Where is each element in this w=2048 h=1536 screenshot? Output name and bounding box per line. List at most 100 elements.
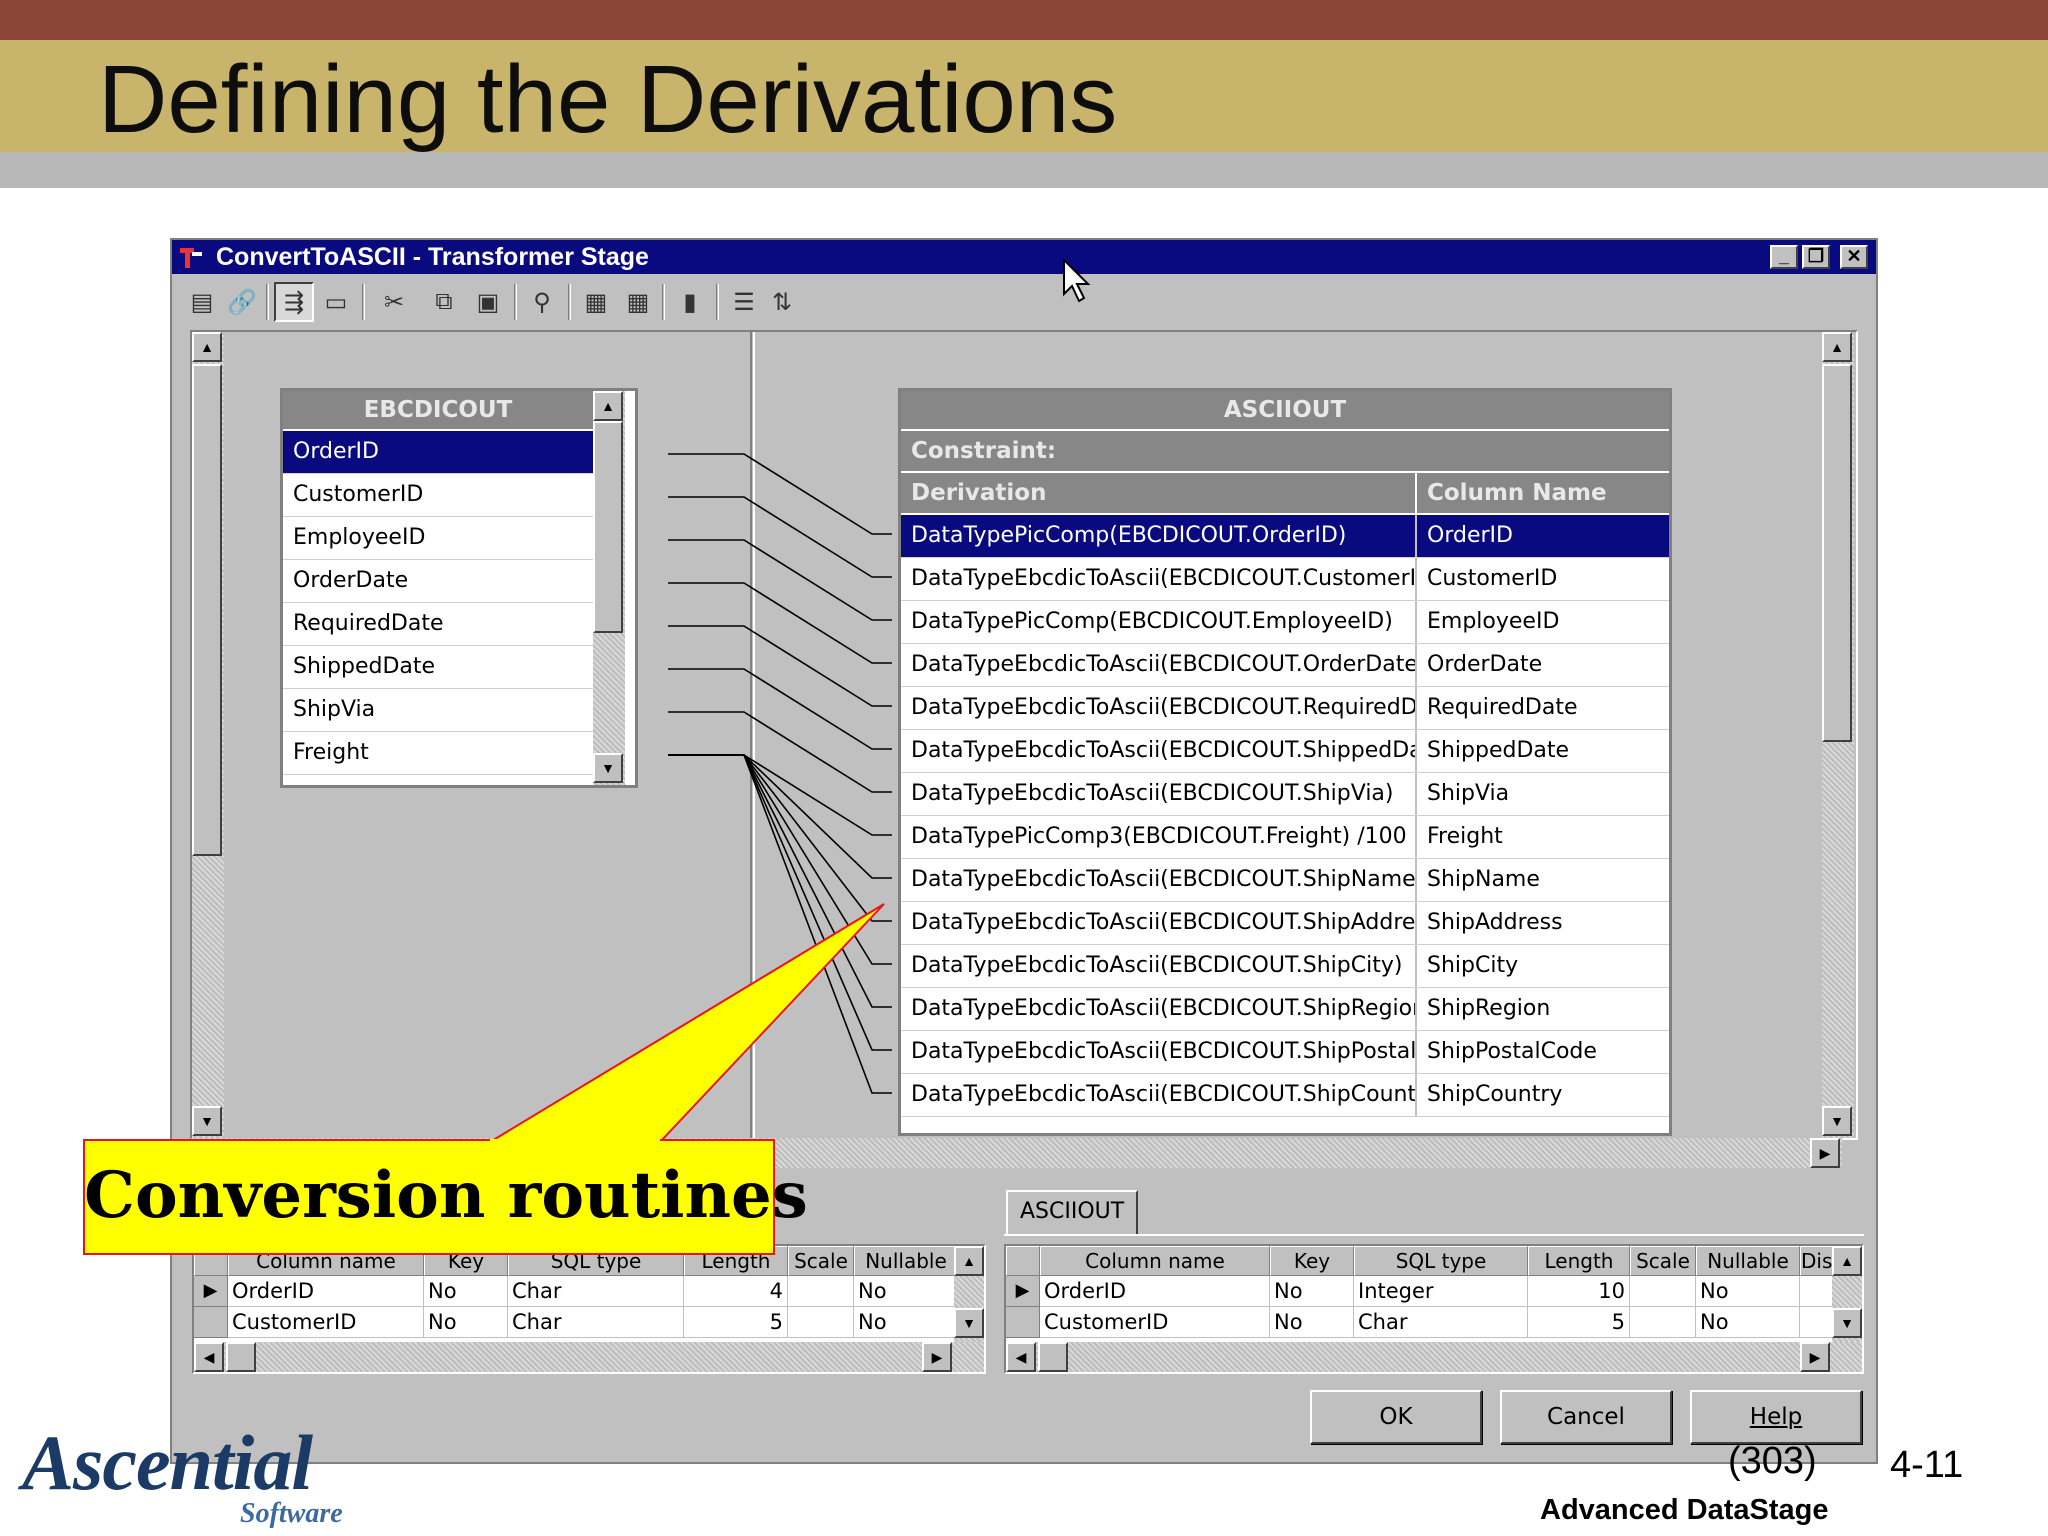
output-meta-hscroll[interactable]: ◀ ▶	[1006, 1342, 1862, 1372]
derivation-cell[interactable]: DataTypeEbcdicToAscii(EBCDICOUT.ShipCoun…	[901, 1074, 1417, 1116]
column-name-cell[interactable]: ShipPostalCode	[1417, 1031, 1669, 1073]
dialog-titlebar[interactable]: ConvertToASCII - Transformer Stage _ ❐ ✕	[172, 240, 1876, 274]
scroll-thumb[interactable]	[593, 421, 623, 633]
paste-icon[interactable]: ▣	[468, 282, 508, 322]
output-meta-vscroll[interactable]: ▲ ▼	[1832, 1246, 1862, 1342]
derivation-cell[interactable]: DataTypeEbcdicToAscii(EBCDICOUT.ShipRegi…	[901, 988, 1417, 1030]
input-link-scrollbar[interactable]: ▲ ▼	[593, 391, 625, 785]
grid-row[interactable]: CustomerID No Char 5 No	[1006, 1307, 1862, 1338]
scroll-down-icon[interactable]: ▼	[192, 1106, 222, 1136]
column-name-cell[interactable]: EmployeeID	[1417, 601, 1669, 643]
grid-cell[interactable]	[1630, 1276, 1696, 1307]
cut-icon[interactable]: ✂	[374, 282, 414, 322]
input-link-order-icon[interactable]: ▭	[316, 282, 356, 322]
scroll-up-icon[interactable]: ▲	[192, 332, 222, 362]
column-name-cell[interactable]: ShipRegion	[1417, 988, 1669, 1030]
scroll-down-icon[interactable]: ▼	[1822, 1106, 1852, 1136]
input-column-row[interactable]: OrderID	[283, 431, 593, 474]
cancel-button[interactable]: Cancel	[1500, 1390, 1672, 1444]
grid-cell[interactable]: Char	[1354, 1307, 1528, 1338]
scroll-thumb[interactable]	[192, 364, 222, 856]
column-name-cell[interactable]: OrderID	[1417, 515, 1669, 557]
grid-column-header[interactable]: Scale	[788, 1246, 854, 1276]
column-name-cell[interactable]: ShipCountry	[1417, 1074, 1669, 1116]
grid-cell[interactable]: OrderID	[228, 1276, 424, 1307]
properties-icon[interactable]: ▤	[182, 282, 222, 322]
column-name-cell[interactable]: OrderDate	[1417, 644, 1669, 686]
grid-cell[interactable]: Char	[508, 1307, 684, 1338]
input-column-row[interactable]: Freight	[283, 732, 593, 775]
input-column-row[interactable]: ShippedDate	[283, 646, 593, 689]
scroll-right-icon[interactable]: ▶	[1810, 1138, 1840, 1168]
column-name-cell[interactable]: ShipVia	[1417, 773, 1669, 815]
derivation-row[interactable]: DataTypeEbcdicToAscii(EBCDICOUT.ShipRegi…	[901, 988, 1669, 1031]
column-name-cell[interactable]: ShipAddress	[1417, 902, 1669, 944]
grid-cell[interactable]: OrderID	[1040, 1276, 1270, 1307]
grid-cell[interactable]: Integer	[1354, 1276, 1528, 1307]
derivation-cell[interactable]: DataTypeEbcdicToAscii(EBCDICOUT.OrderDat…	[901, 644, 1417, 686]
minimize-button[interactable]: _	[1770, 245, 1798, 269]
scroll-down-icon[interactable]: ▼	[1832, 1308, 1862, 1338]
scroll-right-icon[interactable]: ▶	[922, 1342, 952, 1372]
ok-button[interactable]: OK	[1310, 1390, 1482, 1444]
stage-variables-icon[interactable]: ▮	[670, 282, 710, 322]
grid-cell[interactable]: No	[854, 1307, 958, 1338]
scroll-up-icon[interactable]: ▲	[593, 391, 623, 421]
derivation-row[interactable]: DataTypeEbcdicToAscii(EBCDICOUT.Required…	[901, 687, 1669, 730]
scroll-right-icon[interactable]: ▶	[1800, 1342, 1830, 1372]
grid-cell[interactable]: No	[424, 1276, 508, 1307]
grid-column-header[interactable]: SQL type	[1354, 1246, 1528, 1276]
scroll-left-icon[interactable]: ◀	[1006, 1342, 1036, 1372]
scroll-down-icon[interactable]: ▼	[954, 1308, 984, 1338]
grid-column-header[interactable]: Column name	[1040, 1246, 1270, 1276]
column-edit-icon[interactable]: ☰	[724, 282, 764, 322]
derivation-row[interactable]: DataTypeEbcdicToAscii(EBCDICOUT.OrderDat…	[901, 644, 1669, 687]
link-area-divider[interactable]	[750, 332, 755, 1138]
derivation-row[interactable]: DataTypeEbcdicToAscii(EBCDICOUT.ShipPost…	[901, 1031, 1669, 1074]
scroll-thumb[interactable]	[1822, 364, 1852, 742]
scroll-down-icon[interactable]: ▼	[593, 753, 623, 783]
column-name-cell[interactable]: CustomerID	[1417, 558, 1669, 600]
grid-cell[interactable]: No	[854, 1276, 958, 1307]
grid-cell[interactable]: No	[1696, 1307, 1800, 1338]
column-name-cell[interactable]: ShippedDate	[1417, 730, 1669, 772]
input-column-row[interactable]: RequiredDate	[283, 603, 593, 646]
derivation-column-header[interactable]: Derivation	[901, 473, 1417, 515]
grid-column-header[interactable]: Length	[1528, 1246, 1630, 1276]
grid-cell[interactable]: 4	[684, 1276, 788, 1307]
grid-column-header[interactable]: Scale	[1630, 1246, 1696, 1276]
input-column-row[interactable]: EmployeeID	[283, 517, 593, 560]
grid-column-header[interactable]: Nullable	[854, 1246, 958, 1276]
find-icon[interactable]: ⚲	[522, 282, 562, 322]
derivation-cell[interactable]: DataTypeEbcdicToAscii(EBCDICOUT.Customer…	[901, 558, 1417, 600]
grid-cell[interactable]: 10	[1528, 1276, 1630, 1307]
derivation-row[interactable]: DataTypePicComp3(EBCDICOUT.Freight) /100…	[901, 816, 1669, 859]
derivation-cell[interactable]: DataTypePicComp3(EBCDICOUT.Freight) /100	[901, 816, 1417, 858]
input-column-row[interactable]: CustomerID	[283, 474, 593, 517]
column-name-cell[interactable]: ShipName	[1417, 859, 1669, 901]
derivation-cell[interactable]: DataTypeEbcdicToAscii(EBCDICOUT.ShipName…	[901, 859, 1417, 901]
derivation-cell[interactable]: DataTypePicComp(EBCDICOUT.EmployeeID)	[901, 601, 1417, 643]
scroll-thumb[interactable]	[1038, 1342, 1068, 1372]
derivation-cell[interactable]: DataTypeEbcdicToAscii(EBCDICOUT.Required…	[901, 687, 1417, 729]
derivation-cell[interactable]: DataTypePicComp(EBCDICOUT.OrderID)	[901, 515, 1417, 557]
grid-cell[interactable]: 5	[684, 1307, 788, 1338]
derivation-row[interactable]: DataTypeEbcdicToAscii(EBCDICOUT.Customer…	[901, 558, 1669, 601]
derivation-row[interactable]: DataTypeEbcdicToAscii(EBCDICOUT.ShipName…	[901, 859, 1669, 902]
derivation-cell[interactable]: DataTypeEbcdicToAscii(EBCDICOUT.ShipCity…	[901, 945, 1417, 987]
derivation-row[interactable]: DataTypePicComp(EBCDICOUT.EmployeeID) Emp…	[901, 601, 1669, 644]
copy-icon[interactable]: ⧉	[424, 282, 464, 322]
input-meta-hscroll[interactable]: ◀ ▶	[194, 1342, 984, 1372]
derivation-row[interactable]: DataTypeEbcdicToAscii(EBCDICOUT.ShipAddr…	[901, 902, 1669, 945]
derivation-cell[interactable]: DataTypeEbcdicToAscii(EBCDICOUT.ShipAddr…	[901, 902, 1417, 944]
derivation-cell[interactable]: DataTypeEbcdicToAscii(EBCDICOUT.ShipPost…	[901, 1031, 1417, 1073]
derivation-row[interactable]: DataTypeEbcdicToAscii(EBCDICOUT.ShipCity…	[901, 945, 1669, 988]
derivation-cell[interactable]: DataTypeEbcdicToAscii(EBCDICOUT.ShipVia)	[901, 773, 1417, 815]
grid-row[interactable]: CustomerID No Char 5 No	[194, 1307, 984, 1338]
column-name-cell[interactable]: ShipCity	[1417, 945, 1669, 987]
grid-cell[interactable]: CustomerID	[1040, 1307, 1270, 1338]
load-columns-icon[interactable]: ▦	[576, 282, 616, 322]
reorder-icon[interactable]: ⇅	[762, 282, 802, 322]
grid-column-header[interactable]: Key	[1270, 1246, 1354, 1276]
grid-cell[interactable]: No	[424, 1307, 508, 1338]
